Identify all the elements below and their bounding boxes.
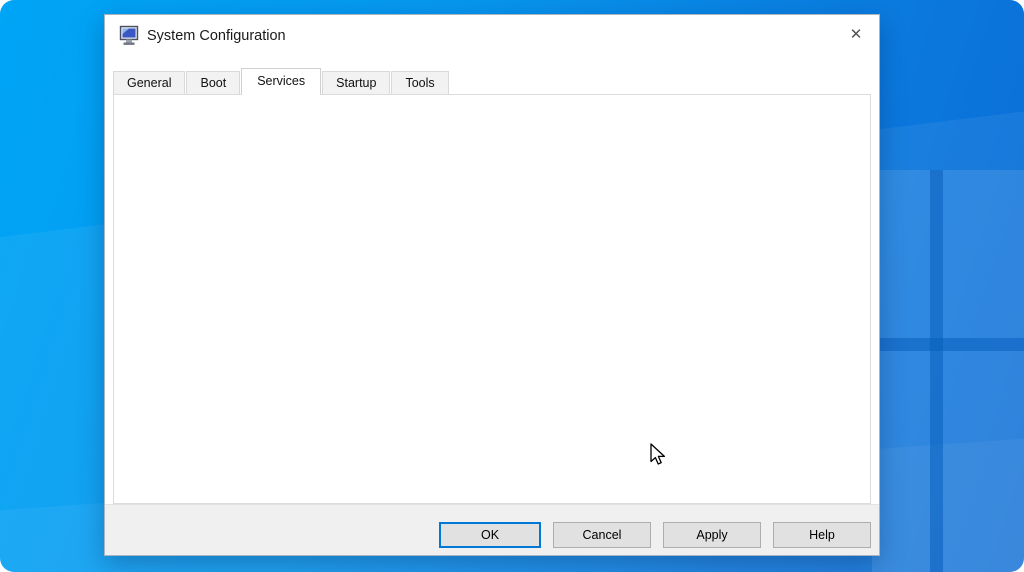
tab-services[interactable]: Services — [241, 68, 322, 95]
title-bar[interactable]: System Configuration ✕ — [105, 15, 879, 57]
desktop-wallpaper: System Configuration ✕ General Boot Serv… — [0, 0, 1024, 572]
window-title: System Configuration — [147, 28, 286, 44]
tab-tools[interactable]: Tools — [391, 71, 449, 94]
tab-strip: General Boot Services Startup Tools — [113, 67, 450, 95]
system-configuration-window: System Configuration ✕ General Boot Serv… — [104, 14, 880, 556]
tab-boot[interactable]: Boot — [186, 71, 241, 94]
dialog-footer: OK Cancel Apply Help — [105, 504, 879, 555]
help-button[interactable]: Help — [773, 522, 871, 548]
tab-general[interactable]: General — [113, 71, 186, 94]
cancel-button[interactable]: Cancel — [553, 522, 651, 548]
tab-startup[interactable]: Startup — [322, 71, 391, 94]
ok-button[interactable]: OK — [439, 522, 541, 548]
msconfig-monitor-icon — [118, 25, 142, 50]
close-icon[interactable]: ✕ — [843, 23, 869, 47]
windows-logo-wallpaper — [872, 170, 1024, 572]
apply-button[interactable]: Apply — [663, 522, 761, 548]
services-tab-page — [113, 94, 871, 504]
